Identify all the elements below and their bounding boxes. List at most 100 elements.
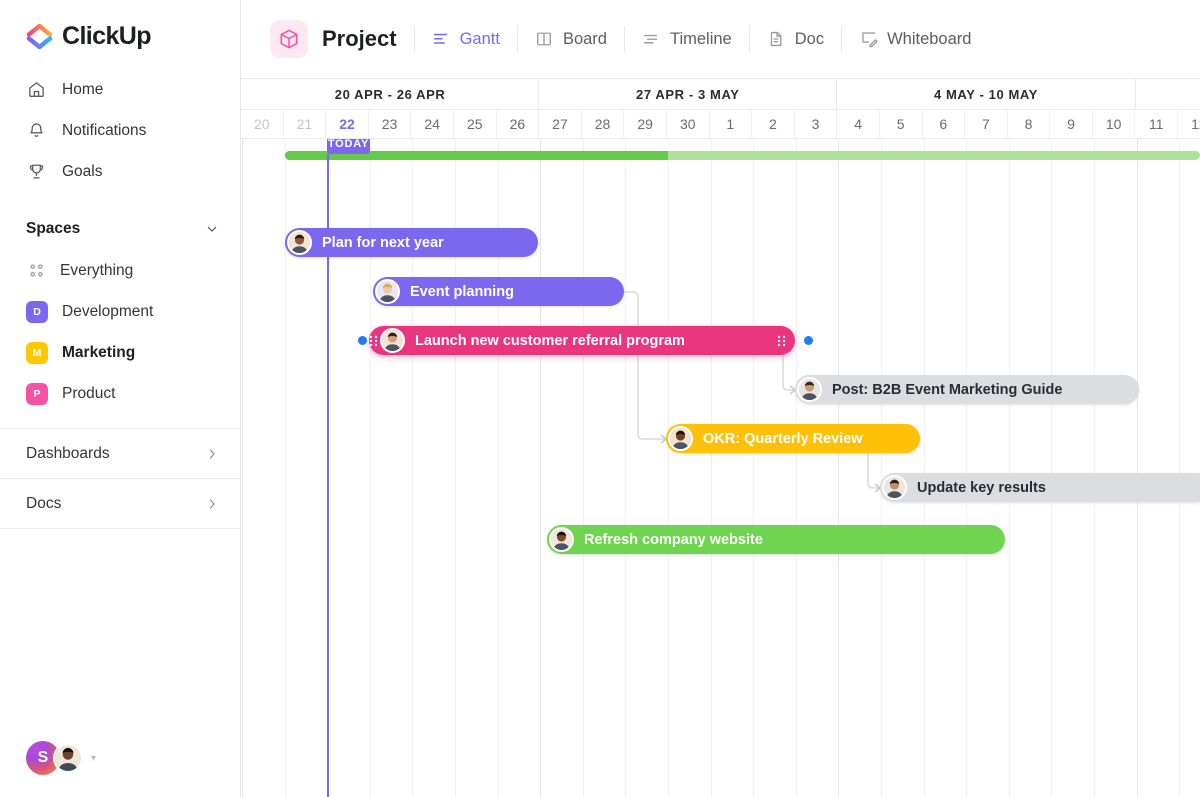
home-icon	[26, 80, 46, 100]
grid-line	[753, 139, 755, 797]
sidebar-footer[interactable]: S ▾	[0, 741, 240, 797]
day-cell[interactable]: 8	[1008, 110, 1051, 138]
grid-line	[881, 139, 882, 797]
day-cell[interactable]: 10	[1093, 110, 1136, 138]
gantt-task-bar[interactable]: Plan for next year	[285, 228, 538, 257]
toolbar-divider	[516, 26, 518, 52]
sidebar-item-home-label: Home	[62, 80, 104, 98]
brand-logo[interactable]: ClickUp	[0, 0, 240, 65]
chevron-down-icon[interactable]: ▾	[91, 753, 96, 764]
task-assignee-avatar[interactable]	[287, 230, 312, 255]
day-cell[interactable]: 30	[667, 110, 710, 138]
sidebar-item-notifications-label: Notifications	[62, 121, 147, 139]
page-title: Project	[322, 26, 397, 51]
tab-whiteboard[interactable]: Whiteboard	[859, 30, 971, 49]
week-label: 4 MAY - 10 MAY	[837, 79, 1136, 109]
sidebar-item-dashboards[interactable]: Dashboards	[0, 429, 240, 479]
task-name-label: Launch new customer referral program	[415, 332, 685, 349]
day-cell[interactable]: 28	[582, 110, 625, 138]
dependency-handle-left[interactable]	[358, 336, 367, 345]
task-name-label: OKR: Quarterly Review	[703, 430, 863, 447]
day-cell[interactable]: 6	[923, 110, 966, 138]
dependency-handle-right[interactable]	[804, 336, 813, 345]
grid-line	[923, 139, 925, 797]
sidebar-item-goals-label: Goals	[62, 162, 103, 180]
trophy-icon	[26, 162, 46, 182]
sidebar-item-everything-label: Everything	[60, 261, 134, 279]
tab-timeline[interactable]: Timeline	[642, 30, 732, 49]
day-cell[interactable]: 11	[1135, 110, 1179, 138]
day-cell[interactable]: 21	[284, 110, 327, 138]
task-name-label: Post: B2B Event Marketing Guide	[832, 381, 1063, 398]
grid-line	[710, 139, 712, 797]
day-cell[interactable]: 22	[326, 110, 369, 138]
gantt-task-bar[interactable]: Launch new customer referral program	[369, 326, 795, 355]
day-cell[interactable]: 27	[539, 110, 582, 138]
day-cell[interactable]: 29	[624, 110, 667, 138]
day-cell[interactable]: 26	[497, 110, 540, 138]
sidebar-item-product[interactable]: P Product	[0, 373, 240, 414]
gantt-task-bar[interactable]: Event planning	[373, 277, 624, 306]
sidebar-item-docs[interactable]: Docs	[0, 479, 240, 529]
main-area: Project Gantt Board Timeline Doc Whitebo…	[241, 0, 1200, 797]
tab-board[interactable]: Board	[535, 30, 607, 49]
task-assignee-avatar[interactable]	[797, 377, 822, 402]
sidebar-item-everything[interactable]: Everything	[0, 250, 240, 291]
tab-gantt[interactable]: Gantt	[432, 30, 500, 49]
week-row: 20 APR - 26 APR 27 APR - 3 MAY 4 MAY - 10 …	[241, 79, 1200, 110]
sidebar-item-home[interactable]: Home	[0, 69, 240, 110]
gantt-task-bar[interactable]: Post: B2B Event Marketing Guide	[795, 375, 1139, 404]
sidebar-item-development[interactable]: D Development	[0, 291, 240, 332]
sidebar-item-goals[interactable]: Goals	[0, 151, 240, 192]
tab-doc[interactable]: Doc	[767, 30, 824, 49]
week-label: 27 APR - 3 MAY	[539, 79, 838, 109]
top-toolbar: Project Gantt Board Timeline Doc Whitebo…	[241, 0, 1200, 79]
day-cell[interactable]: 3	[795, 110, 838, 138]
day-cell[interactable]: 25	[454, 110, 497, 138]
tab-whiteboard-label: Whiteboard	[887, 29, 972, 48]
chevron-right-icon	[204, 446, 220, 462]
task-assignee-avatar[interactable]	[549, 527, 574, 552]
day-cell[interactable]: 7	[965, 110, 1008, 138]
gantt-task-bar[interactable]: Refresh company website	[547, 525, 1005, 554]
gantt-chart[interactable]: TODAY Plan for next year Event planning …	[241, 139, 1200, 797]
task-name-label: Event planning	[410, 283, 514, 300]
day-cell[interactable]: 20	[241, 110, 284, 138]
project-progress-bar[interactable]	[285, 151, 1200, 160]
grid-line	[582, 139, 584, 797]
day-cell[interactable]: 5	[880, 110, 923, 138]
sidebar-item-product-label: Product	[62, 384, 116, 402]
day-cell[interactable]: 9	[1050, 110, 1093, 138]
grid-line	[242, 139, 243, 797]
task-assignee-avatar[interactable]	[882, 475, 907, 500]
gantt-task-bar[interactable]: OKR: Quarterly Review	[666, 424, 920, 453]
day-cell[interactable]: 24	[411, 110, 454, 138]
avatar[interactable]	[53, 743, 83, 773]
day-cell[interactable]: 2	[752, 110, 795, 138]
day-cell[interactable]: 1	[710, 110, 753, 138]
day-cell[interactable]: 4	[837, 110, 880, 138]
space-badge-development: D	[26, 300, 48, 323]
week-label	[1136, 79, 1200, 109]
resize-handle-right[interactable]	[777, 335, 786, 347]
task-assignee-avatar[interactable]	[380, 328, 405, 353]
week-label: 20 APR - 26 APR	[241, 79, 540, 109]
chevron-right-icon	[204, 496, 220, 512]
task-assignee-avatar[interactable]	[668, 426, 693, 451]
spaces-section-header[interactable]: Spaces	[0, 192, 240, 250]
grid-line	[1051, 139, 1053, 797]
space-badge-marketing: M	[26, 341, 48, 364]
space-badge-product: P	[26, 382, 48, 405]
gantt-task-bar[interactable]: Update key results	[880, 473, 1200, 502]
chevron-down-icon[interactable]	[204, 221, 220, 237]
day-cell[interactable]: 23	[369, 110, 412, 138]
toolbar-divider	[841, 26, 843, 52]
sidebar-item-notifications[interactable]: Notifications	[0, 110, 240, 151]
grid-line	[795, 139, 797, 797]
sidebar-item-marketing[interactable]: M Marketing	[0, 332, 240, 373]
task-name-label: Update key results	[917, 479, 1046, 496]
grid-line	[966, 139, 968, 797]
day-cell[interactable]: 12	[1178, 110, 1200, 138]
grid-line	[540, 139, 542, 797]
task-assignee-avatar[interactable]	[375, 279, 400, 304]
